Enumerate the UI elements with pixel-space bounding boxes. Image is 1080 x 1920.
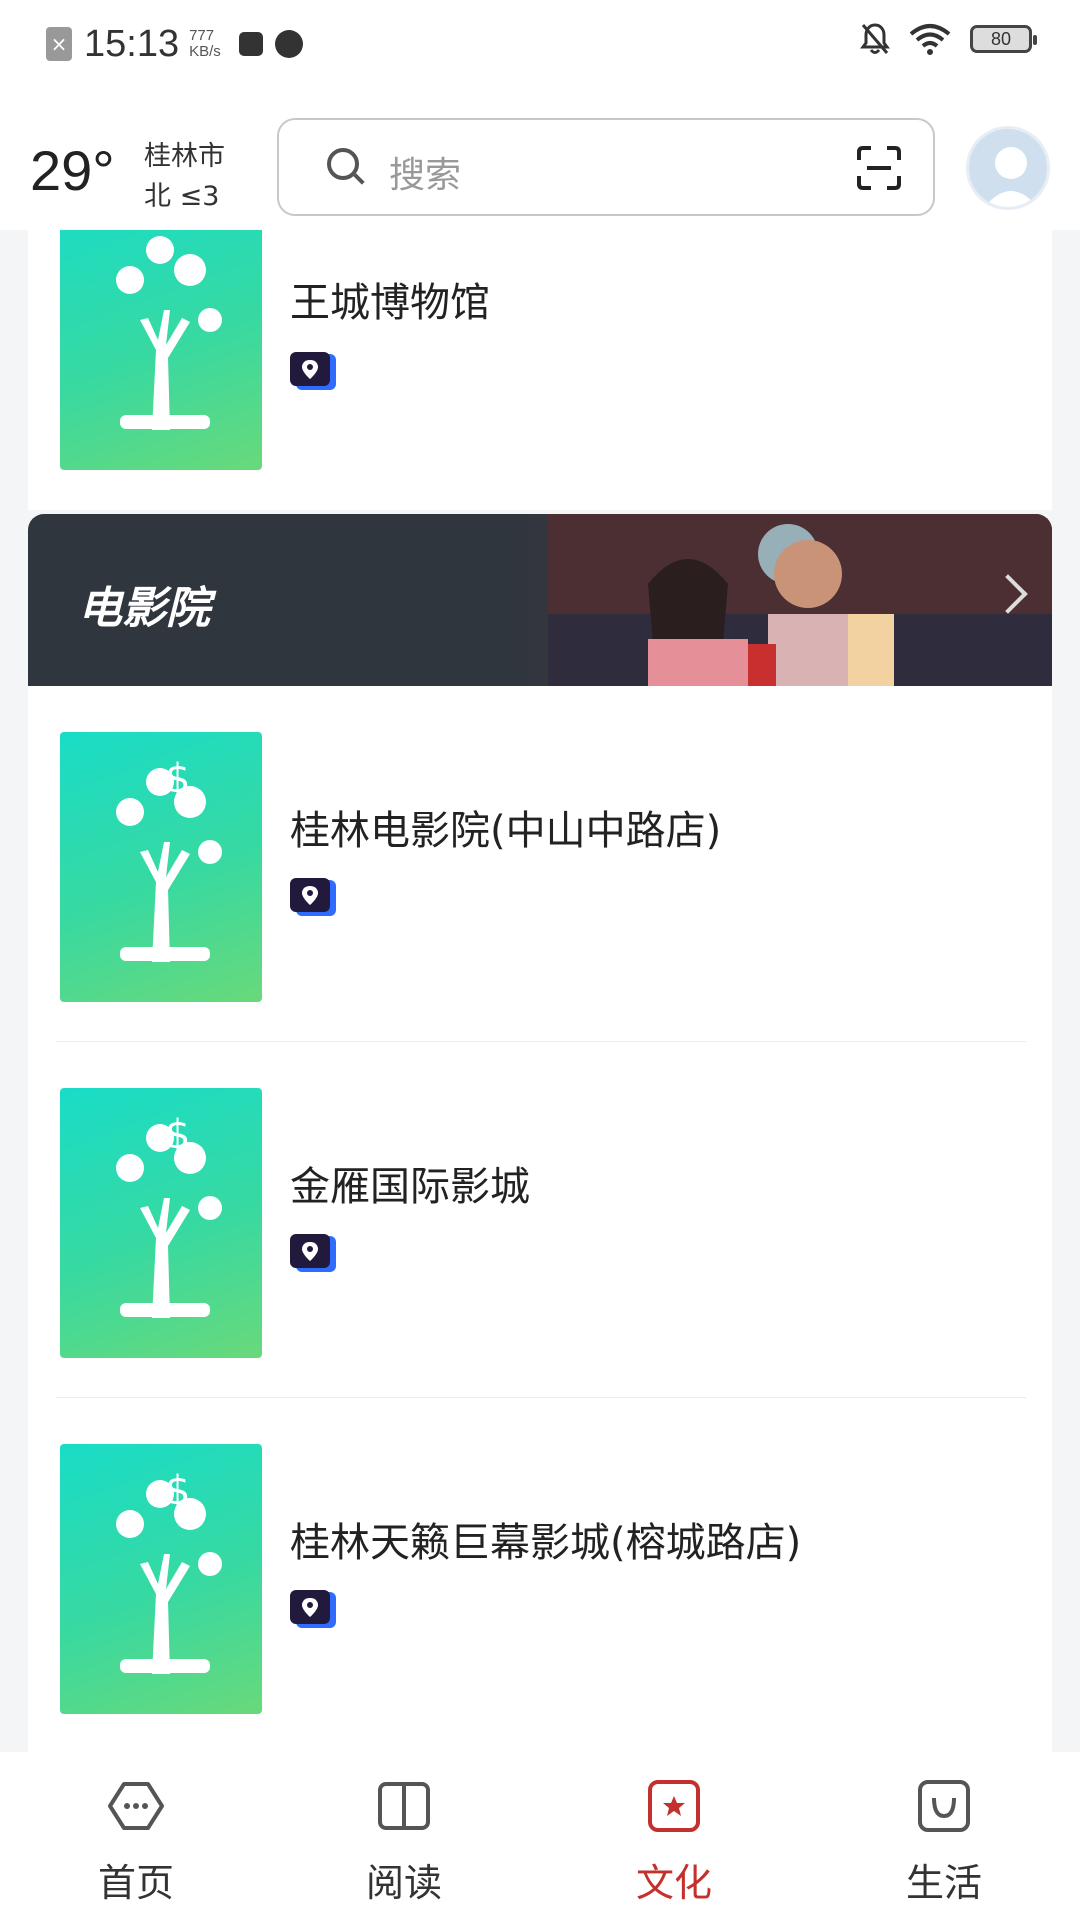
- search-bar[interactable]: 搜索: [277, 118, 935, 216]
- avatar[interactable]: [966, 126, 1050, 210]
- temperature: 29°: [30, 139, 115, 202]
- search-icon: [327, 148, 359, 180]
- tree-logo-icon: [116, 236, 222, 430]
- list-item[interactable]: $ 金雁国际影城: [28, 1042, 1052, 1398]
- place-name: 金雁国际影城: [290, 1164, 530, 1210]
- browser-notification-icon: [274, 30, 303, 58]
- place-name: 王城博物馆: [290, 280, 490, 326]
- list-item[interactable]: $ 桂林天籁巨幕影城(榕城路店): [28, 1398, 1052, 1752]
- home-hexagon-icon: [108, 1782, 164, 1830]
- place-name: 桂林天籁巨幕影城(榕城路店): [290, 1520, 802, 1566]
- location-badge-icon: [290, 1590, 336, 1628]
- svg-text:$: $: [165, 756, 190, 802]
- tab-reading[interactable]: 阅读: [304, 1752, 504, 1920]
- tab-label: 首页: [97, 1861, 174, 1905]
- bell-muted-icon: [860, 23, 890, 54]
- place-thumbnail: [60, 230, 262, 470]
- list-item[interactable]: $ 桂林电影院(中山中路店): [28, 686, 1052, 1042]
- place-name: 桂林电影院(中山中路店): [290, 808, 722, 854]
- tree-logo-icon: $: [116, 1468, 222, 1674]
- weather-wind: 北 ≤3: [144, 181, 220, 212]
- section-title: 电影院: [78, 583, 210, 634]
- network-speed-unit: KB/s: [189, 43, 221, 60]
- svg-text:$: $: [165, 1112, 190, 1158]
- network-speed-value: 777: [189, 27, 215, 44]
- place-thumbnail: $: [60, 1088, 262, 1358]
- scan-icon[interactable]: [855, 144, 903, 192]
- tree-logo-icon: $: [116, 756, 222, 962]
- shopping-bag-icon: [918, 1780, 970, 1832]
- wifi-icon: [909, 24, 951, 55]
- tree-logo-icon: $: [116, 1112, 222, 1318]
- app-notification-icon: [238, 32, 263, 56]
- svg-text:$: $: [165, 1468, 190, 1514]
- place-thumbnail: $: [60, 732, 262, 1002]
- tab-label: 文化: [635, 1861, 712, 1905]
- status-bar: × 15:13 777 KB/s 80: [0, 0, 1080, 88]
- location-badge-icon: [290, 352, 336, 390]
- bottom-tab-bar: 首页 阅读 文化 生活: [0, 1752, 1080, 1920]
- tab-home[interactable]: 首页: [36, 1752, 236, 1920]
- user-avatar-icon: [984, 147, 1038, 207]
- cinema-couple-image: [548, 514, 1052, 686]
- tab-label: 阅读: [365, 1861, 442, 1905]
- location-badge-icon: [290, 1234, 336, 1272]
- list-item[interactable]: 王城博物馆: [28, 230, 1052, 510]
- tab-culture[interactable]: 文化: [574, 1752, 774, 1920]
- book-icon: [378, 1782, 430, 1830]
- section-banner[interactable]: 电影院: [28, 514, 1052, 686]
- status-time: 15:13: [84, 22, 180, 65]
- location-badge-icon: [290, 878, 336, 916]
- notification-close-icon: ×: [46, 27, 72, 61]
- star-box-icon: [648, 1780, 700, 1832]
- content-scroll[interactable]: 王城博物馆 电影院 $ 桂林电影院(中山中路店) $ 金雁国际影城 $ 桂林天籁…: [0, 230, 1080, 1752]
- header: 29° 桂林市 北 ≤3 搜索: [0, 88, 1080, 230]
- network-speed: 777 KB/s: [189, 28, 221, 60]
- place-thumbnail: $: [60, 1444, 262, 1714]
- tab-life[interactable]: 生活: [844, 1752, 1044, 1920]
- search-placeholder: 搜索: [389, 155, 462, 196]
- weather-city: 桂林市: [144, 141, 225, 172]
- battery-icon: 80: [970, 25, 1037, 53]
- tab-label: 生活: [905, 1861, 982, 1905]
- cinema-list: $ 桂林电影院(中山中路店) $ 金雁国际影城 $ 桂林天籁巨幕影城(榕城路店): [28, 686, 1052, 1752]
- battery-level: 80: [990, 28, 1012, 49]
